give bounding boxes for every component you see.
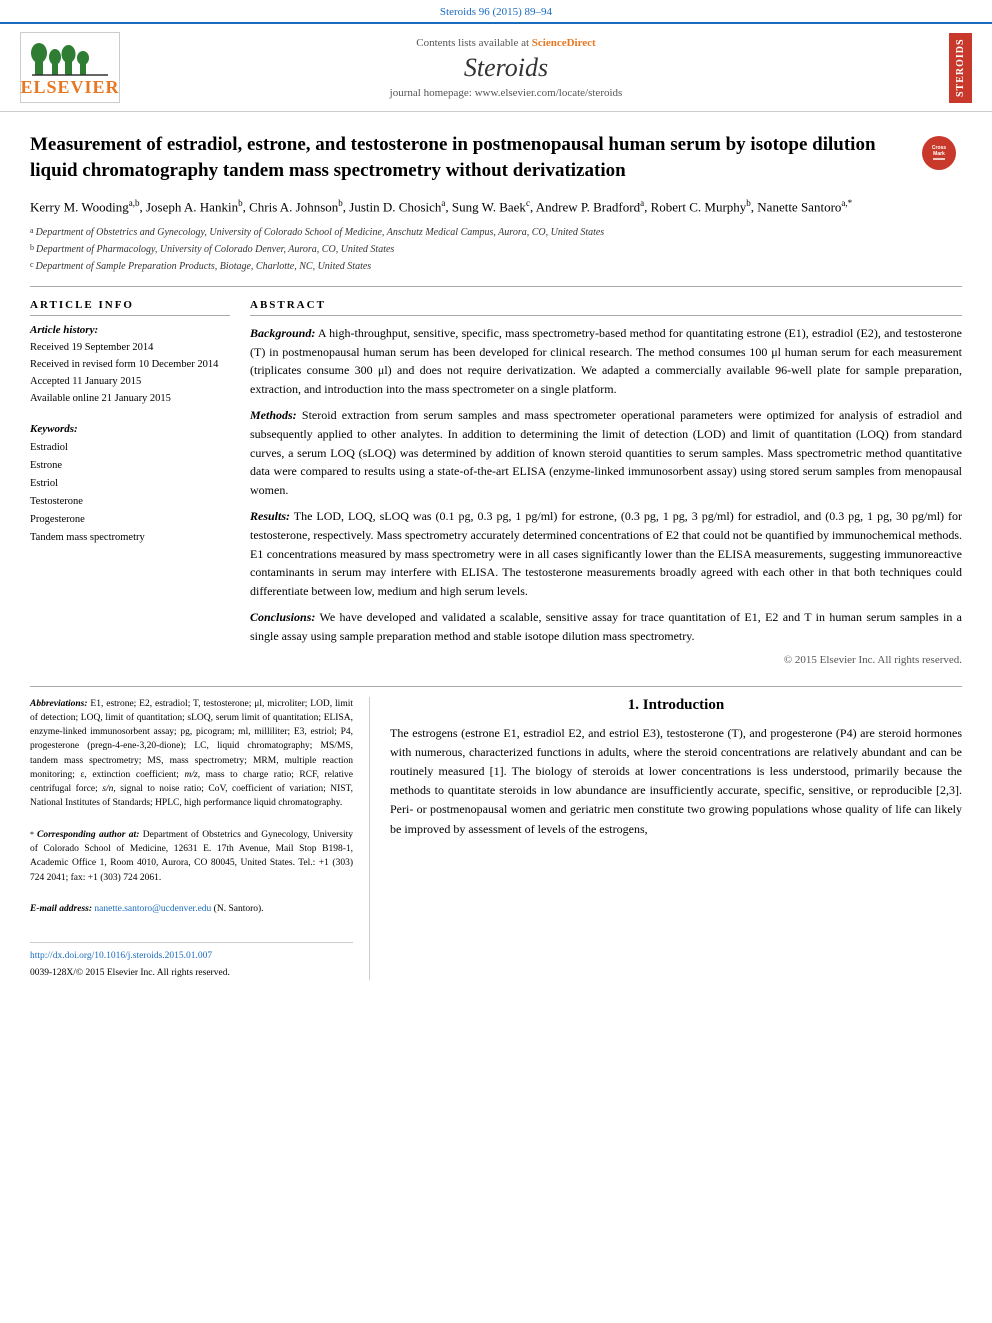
elsevier-logo: ELSEVIER — [20, 32, 120, 103]
journal-ref-bar: Steroids 96 (2015) 89–94 — [0, 0, 992, 22]
conclusions-text: We have developed and validated a scalab… — [250, 610, 962, 643]
journal-ref: Steroids 96 (2015) 89–94 — [440, 6, 552, 18]
page: Steroids 96 (2015) 89–94 ELSEVIER — [0, 0, 992, 1323]
steroids-side-label: STEROIDS — [949, 33, 972, 103]
email-link[interactable]: nanette.santoro@ucdenver.edu — [94, 904, 211, 914]
abstract-methods: Methods: Steroid extraction from serum s… — [250, 406, 962, 499]
crossmark-badge: Cross Mark — [922, 136, 962, 170]
methods-label: Methods: — [250, 408, 297, 422]
abbreviations-note: Abbreviations: E1, estrone; E2, estradio… — [30, 697, 353, 811]
keyword-tandem: Tandem mass spectrometry — [30, 529, 230, 547]
article-title: Measurement of estradiol, estrone, and t… — [30, 132, 922, 183]
abstract-header: Abstract — [250, 299, 962, 316]
journal-title-display: Steroids — [120, 53, 892, 83]
journal-homepage: journal homepage: www.elsevier.com/locat… — [120, 87, 892, 99]
corresponding-author-note: * Corresponding author at: Department of… — [30, 828, 353, 885]
authors-line: Kerry M. Woodinga,b, Joseph A. Hankinb, … — [30, 197, 962, 217]
available-date: Available online 21 January 2015 — [30, 391, 230, 408]
article-info-header: Article Info — [30, 299, 230, 316]
sciencedirect-line: Contents lists available at ScienceDirec… — [120, 37, 892, 49]
journal-header: ELSEVIER Contents lists available at Sci… — [0, 22, 992, 112]
journal-center: Contents lists available at ScienceDirec… — [120, 37, 892, 99]
affil-b: b Department of Pharmacology, University… — [30, 242, 962, 257]
background-label: Background: — [250, 326, 315, 340]
conclusions-label: Conclusions: — [250, 610, 315, 624]
sciencedirect-link[interactable]: ScienceDirect — [532, 37, 596, 49]
results-text: The LOD, LOQ, sLOQ was (0.1 pg, 0.3 pg, … — [250, 509, 962, 597]
intro-title: 1. Introduction — [390, 697, 962, 714]
affil-a: a Department of Obstetrics and Gynecolog… — [30, 225, 962, 240]
intro-paragraph: The estrogens (estrone E1, estradiol E2,… — [390, 724, 962, 839]
keyword-estradiol: Estradiol — [30, 439, 230, 457]
received-date: Received 19 September 2014 — [30, 340, 230, 357]
two-col-layout: Article Info Article history: Received 1… — [30, 286, 962, 666]
article-info-box: Article Info Article history: Received 1… — [30, 299, 230, 407]
revised-date: Received in revised form 10 December 201… — [30, 357, 230, 374]
crossmark-icon: Cross Mark — [922, 136, 956, 170]
elsevier-tree-icon — [30, 37, 110, 77]
keyword-estrone: Estrone — [30, 457, 230, 475]
keywords-box: Keywords: Estradiol Estrone Estriol Test… — [30, 423, 230, 546]
svg-text:Mark: Mark — [933, 151, 945, 157]
keyword-progesterone: Progesterone — [30, 511, 230, 529]
keyword-testosterone: Testosterone — [30, 493, 230, 511]
footer-links: http://dx.doi.org/10.1016/j.steroids.201… — [30, 942, 353, 981]
affiliations: a Department of Obstetrics and Gynecolog… — [30, 225, 962, 274]
section-divider — [30, 686, 962, 687]
abstract-background: Background: A high-throughput, sensitive… — [250, 324, 962, 398]
results-label: Results: — [250, 509, 290, 523]
footnotes-col: Abbreviations: E1, estrone; E2, estradio… — [30, 697, 370, 981]
keyword-estriol: Estriol — [30, 475, 230, 493]
right-column: Abstract Background: A high-throughput, … — [250, 299, 962, 666]
intro-col: 1. Introduction The estrogens (estrone E… — [390, 697, 962, 981]
abstract-section: Abstract Background: A high-throughput, … — [250, 299, 962, 666]
abstract-conclusions: Conclusions: We have developed and valid… — [250, 608, 962, 645]
history-label: Article history: — [30, 324, 230, 336]
background-text: A high-throughput, sensitive, specific, … — [250, 326, 962, 396]
email-note: E-mail address: nanette.santoro@ucdenver… — [30, 902, 353, 916]
methods-text: Steroid extraction from serum samples an… — [250, 408, 962, 496]
keywords-label: Keywords: — [30, 423, 230, 435]
bottom-section: Abbreviations: E1, estrone; E2, estradio… — [0, 697, 992, 991]
article-dates: Received 19 September 2014 Received in r… — [30, 340, 230, 407]
issn-line: 0039-128X/© 2015 Elsevier Inc. All right… — [30, 966, 353, 980]
left-column: Article Info Article history: Received 1… — [30, 299, 230, 666]
affil-c: c Department of Sample Preparation Produ… — [30, 259, 962, 274]
article-title-section: Measurement of estradiol, estrone, and t… — [30, 132, 962, 183]
copyright-line: © 2015 Elsevier Inc. All rights reserved… — [250, 654, 962, 666]
elsevier-wordmark: ELSEVIER — [20, 77, 119, 98]
abstract-results: Results: The LOD, LOQ, sLOQ was (0.1 pg,… — [250, 507, 962, 600]
main-content: Measurement of estradiol, estrone, and t… — [0, 112, 992, 676]
doi-link[interactable]: http://dx.doi.org/10.1016/j.steroids.201… — [30, 949, 353, 963]
steroids-logo-right: STEROIDS — [892, 33, 972, 103]
accepted-date: Accepted 11 January 2015 — [30, 374, 230, 391]
